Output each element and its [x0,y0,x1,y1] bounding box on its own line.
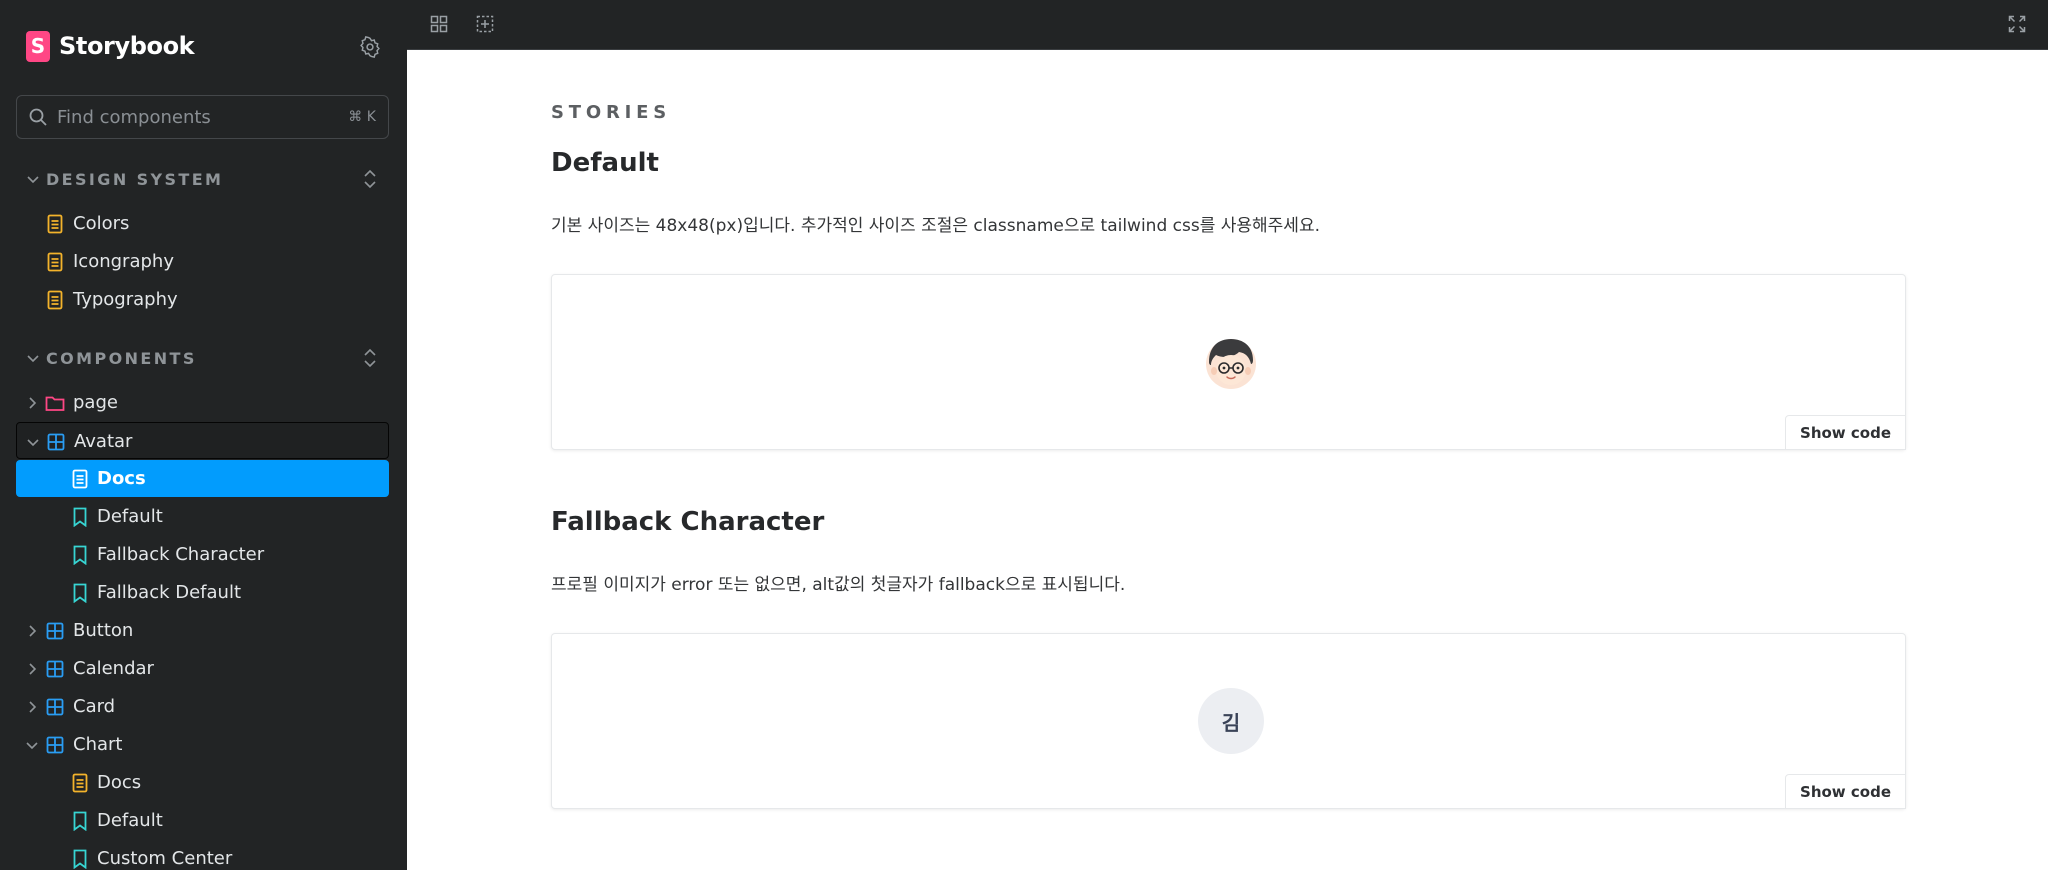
chevron-down-icon [25,738,39,752]
sidebar-item-label: Docs [97,772,142,793]
component-icon [46,432,66,452]
sidebar-item-label: page [73,392,118,413]
component-icon [45,735,65,755]
chevron-down-icon [26,172,40,186]
story-title: Default [551,148,659,178]
brand-name: Storybook [59,32,195,60]
document-icon [45,214,65,234]
sidebar-item-page[interactable]: page [16,384,389,421]
docs-canvas: STORIES Default 기본 사이즈는 48x48(px)입니다. 추가… [407,50,2048,870]
sidebar-item-label: Button [73,620,134,641]
stories-heading: STORIES [551,102,671,123]
outline-toggle-button[interactable] [473,12,497,36]
sidebar-item-avatar-docs[interactable]: Docs [16,460,389,497]
chevron-down-icon [26,435,40,449]
sidebar-item-chart-custom-center[interactable]: Custom Center [16,840,389,870]
search-shortcut: ⌘ K [348,109,376,125]
chevron-right-icon [25,624,39,638]
chevron-right-icon [25,662,39,676]
search-icon [28,107,48,127]
section-design-system[interactable]: DESIGN SYSTEM [26,164,396,194]
fullscreen-button[interactable] [2005,12,2029,36]
sidebar-item-avatar-default[interactable]: Default [16,498,389,535]
story-preview: Show code [551,274,1906,450]
sidebar-item-label: Icongraphy [73,251,174,272]
sidebar-item-label: Typography [73,289,178,310]
avatar-image [1204,335,1258,391]
sidebar: S Storybook ⌘ K DESIGN SYSTEM Colors [0,0,407,870]
sidebar-item-label: Docs [97,468,146,489]
settings-button[interactable] [356,33,384,61]
storybook-logo: S [26,30,50,62]
sidebar-item-label: Default [97,506,163,527]
show-code-button[interactable]: Show code [1785,415,1906,450]
sidebar-item-avatar[interactable]: Avatar [16,422,389,459]
search-input[interactable] [57,106,349,128]
fullscreen-icon [2008,15,2026,33]
chevron-down-icon [26,351,40,365]
bookmark-icon [70,545,90,565]
sidebar-item-label: Custom Center [97,848,233,869]
story-preview: 김 Show code [551,633,1906,809]
show-code-button[interactable]: Show code [1785,774,1906,809]
sidebar-item-colors[interactable]: Colors [16,205,389,242]
sidebar-item-chart-default[interactable]: Default [16,802,389,839]
expand-collapse-icon[interactable] [360,343,380,373]
bookmark-icon [70,583,90,603]
story-description: 기본 사이즈는 48x48(px)입니다. 추가적인 사이즈 조절은 class… [551,216,1320,236]
chevron-right-icon [25,396,39,410]
grid-toggle-button[interactable] [427,12,451,36]
chevron-right-icon [25,700,39,714]
sidebar-item-card[interactable]: Card [16,688,389,725]
avatar-fallback: 김 [1198,688,1264,754]
sidebar-item-label: Chart [73,734,123,755]
sidebar-item-button[interactable]: Button [16,612,389,649]
sidebar-item-calendar[interactable]: Calendar [16,650,389,687]
sidebar-item-label: Fallback Character [97,544,265,565]
sidebar-item-chart[interactable]: Chart [16,726,389,763]
sidebar-item-label: Card [73,696,116,717]
sidebar-item-label: Fallback Default [97,582,241,603]
story-description: 프로필 이미지가 error 또는 없으면, alt값의 첫글자가 fallba… [551,575,1126,595]
preview-toolbar [407,0,2048,50]
outline-icon [476,15,494,33]
sidebar-item-label: Avatar [74,431,133,452]
sidebar-item-chart-docs[interactable]: Docs [16,764,389,801]
grid-icon [430,15,448,33]
document-icon [70,469,90,489]
sidebar-item-label: Calendar [73,658,154,679]
section-title: DESIGN SYSTEM [46,169,224,189]
section-title: COMPONENTS [46,348,197,368]
document-icon [70,773,90,793]
document-icon [45,290,65,310]
sidebar-item-icongraphy[interactable]: Icongraphy [16,243,389,280]
sidebar-item-label: Default [97,810,163,831]
section-components[interactable]: COMPONENTS [26,343,396,373]
story-title: Fallback Character [551,507,825,537]
folder-icon [45,393,65,413]
component-icon [45,659,65,679]
bookmark-icon [70,849,90,869]
search-box[interactable]: ⌘ K [16,95,389,139]
gear-icon [360,36,380,58]
sidebar-item-avatar-fallback-default[interactable]: Fallback Default [16,574,389,611]
component-icon [45,621,65,641]
sidebar-item-typography[interactable]: Typography [16,281,389,318]
component-icon [45,697,65,717]
brand[interactable]: S Storybook [26,30,195,62]
bookmark-icon [70,811,90,831]
expand-collapse-icon[interactable] [360,164,380,194]
document-icon [45,252,65,272]
sidebar-item-label: Colors [73,213,130,234]
sidebar-item-avatar-fallback-character[interactable]: Fallback Character [16,536,389,573]
bookmark-icon [70,507,90,527]
